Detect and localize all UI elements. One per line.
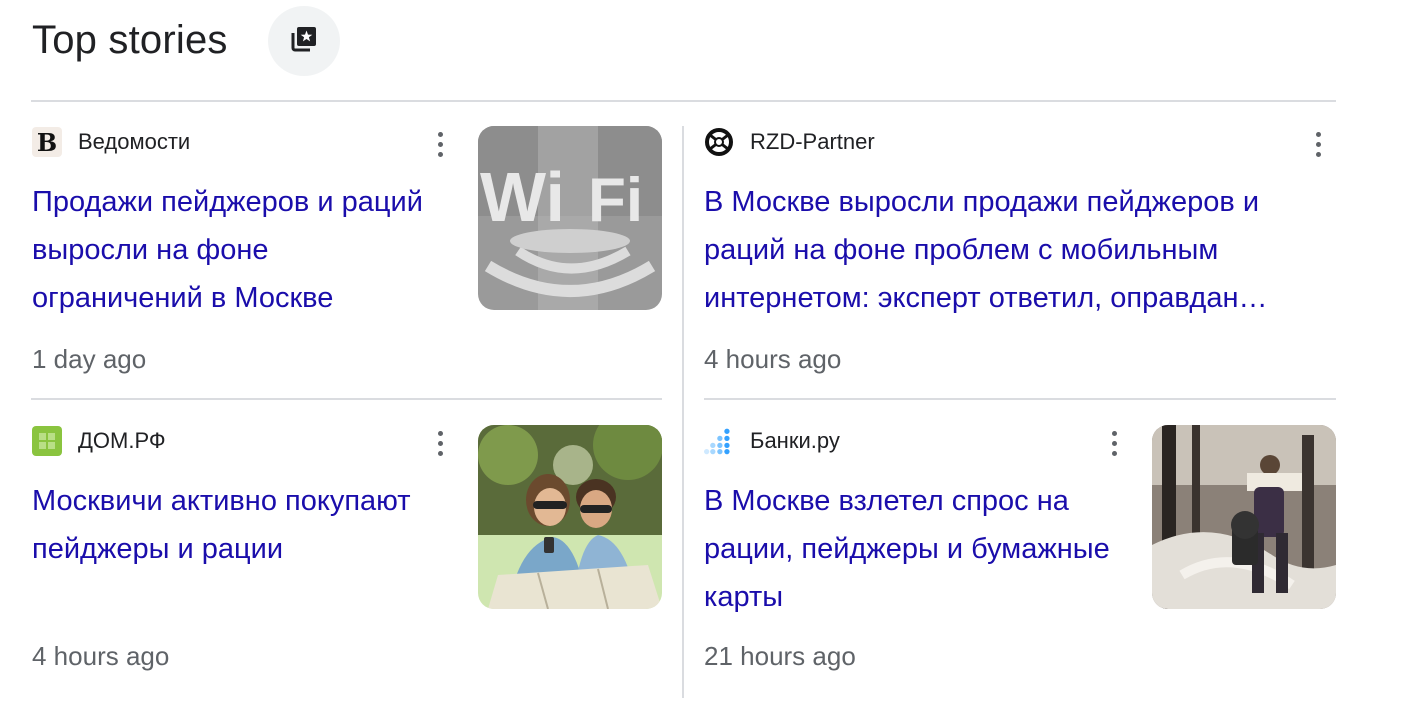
headline-line: В Москве выросли продажи пейджеров и xyxy=(704,186,1260,218)
bankiru-logo xyxy=(704,426,734,456)
stories-view-button[interactable] xyxy=(268,6,340,76)
source-name: Банки.ру xyxy=(750,428,840,453)
story-source[interactable]: Банки.ру xyxy=(704,425,840,457)
story-card[interactable]: RZD-Partner В Москве выросли продажи пей… xyxy=(704,126,1336,386)
section-header: Top stories xyxy=(32,0,228,80)
headline-line: раций на фоне проблем с мобильным xyxy=(704,234,1219,266)
more-options-icon[interactable] xyxy=(426,425,454,461)
domrf-logo xyxy=(32,426,62,456)
story-card[interactable]: ДОМ.РФ Москвичи активно покупают пейджер… xyxy=(32,425,662,685)
column-divider xyxy=(682,126,684,698)
story-time: 4 hours ago xyxy=(32,641,170,671)
row-divider-left xyxy=(31,398,662,400)
stacked-stories-star-icon xyxy=(289,24,319,59)
story-source[interactable]: RZD-Partner xyxy=(704,126,875,158)
header-divider xyxy=(31,100,1336,102)
story-time: 1 day ago xyxy=(32,344,147,374)
story-time: 4 hours ago xyxy=(704,344,842,374)
more-options-icon[interactable] xyxy=(1100,425,1128,461)
rzd-partner-logo xyxy=(704,127,734,157)
headline-line: интернетом: эксперт ответил, оправдан… xyxy=(704,282,1268,314)
story-source[interactable]: ДОМ.РФ xyxy=(32,425,166,457)
story-headline[interactable]: Продажи пейджеров и раций выросли на фон… xyxy=(32,178,442,322)
more-options-icon[interactable] xyxy=(426,126,454,162)
svg-text:Fi: Fi xyxy=(588,166,643,235)
story-headline[interactable]: В Москве выросли продажи пейджеров и рац… xyxy=(704,178,1329,322)
couple-with-map-image[interactable] xyxy=(478,425,662,609)
vedomosti-logo: B xyxy=(32,127,62,157)
wifi-sign-image[interactable]: Wi Fi xyxy=(478,126,662,310)
story-headline[interactable]: Москвичи активно покупают пейджеры и рац… xyxy=(32,477,457,573)
more-options-icon[interactable] xyxy=(1304,126,1332,162)
source-name: Ведомости xyxy=(78,129,191,154)
section-title: Top stories xyxy=(32,17,228,62)
row-divider-right xyxy=(704,398,1336,400)
person-reading-map-winter-image[interactable] xyxy=(1152,425,1336,609)
story-card[interactable]: Банки.ру В Москве взлетел спрос на рации… xyxy=(704,425,1336,685)
story-headline[interactable]: В Москве взлетел спрос на рации, пейджер… xyxy=(704,477,1134,621)
svg-text:Wi: Wi xyxy=(480,158,565,236)
source-name: RZD-Partner xyxy=(750,129,875,154)
source-name: ДОМ.РФ xyxy=(78,428,166,453)
story-card[interactable]: B Ведомости Продажи пейджеров и раций вы… xyxy=(32,126,662,386)
story-source[interactable]: B Ведомости xyxy=(32,126,190,158)
story-time: 21 hours ago xyxy=(704,641,856,671)
